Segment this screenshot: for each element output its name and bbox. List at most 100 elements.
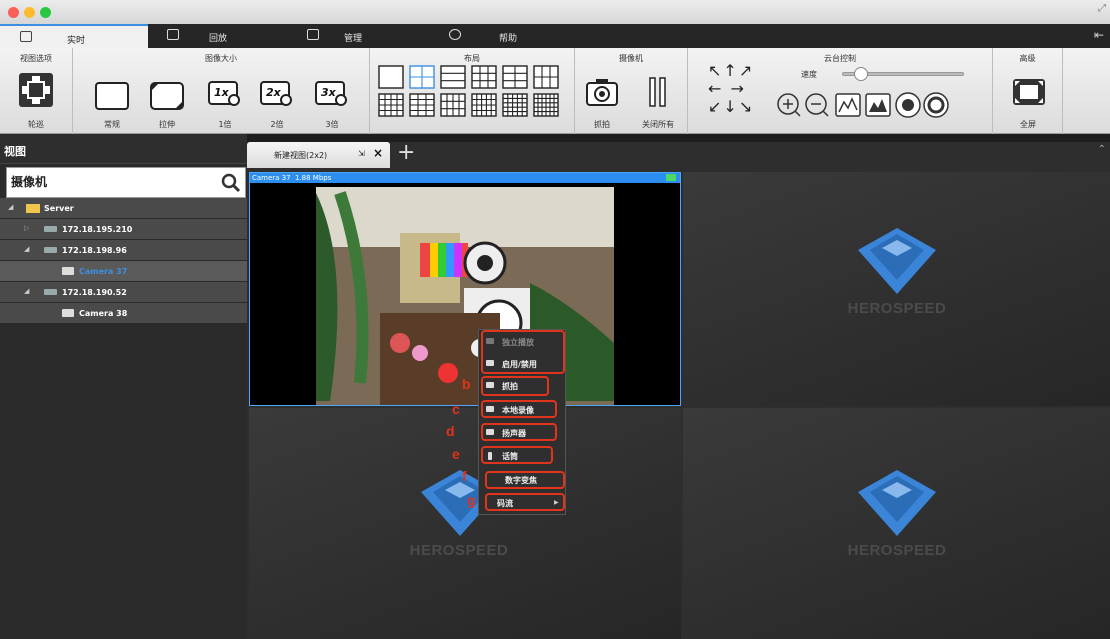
- add-tab-button[interactable]: +: [397, 140, 415, 165]
- herospeed-logo-icon: [858, 470, 936, 536]
- normal-size-icon: [95, 82, 129, 110]
- video-area: 新建视图(2x2) ⇲ × + ⌃ Camera 37 1.88 Mbps HE…: [247, 140, 1110, 639]
- ptz-direction-pad[interactable]: ↖↑↗ ← → ↙↓↘: [708, 62, 768, 116]
- stretch-label: 拉伸: [159, 120, 175, 129]
- chevron-up-icon[interactable]: ⌃: [1098, 144, 1106, 155]
- tab-manage[interactable]: 管理: [290, 24, 430, 48]
- close-window-button[interactable]: [8, 7, 19, 18]
- zoom-2x-button[interactable]: 2x: [260, 81, 294, 109]
- layout-option-button[interactable]: [502, 65, 528, 89]
- zoom-3x-button[interactable]: 3x: [315, 81, 349, 109]
- snapshot-label: 抓拍: [594, 120, 610, 129]
- herospeed-logo-text: HEROSPEED: [847, 542, 947, 559]
- tree-item-label: Server: [44, 204, 74, 213]
- zoom-window-button[interactable]: [40, 7, 51, 18]
- video-cell-empty[interactable]: HEROSPEED: [683, 172, 1110, 406]
- normal-size-button[interactable]: [95, 82, 129, 110]
- video-cell-live[interactable]: Camera 37 1.88 Mbps: [249, 172, 681, 406]
- layout-option-button[interactable]: [502, 93, 528, 117]
- video-cell-header: Camera 37 1.88 Mbps: [250, 173, 680, 183]
- annotation-label: b: [462, 376, 471, 392]
- group-view-options: 视图选项 轮巡: [0, 48, 73, 134]
- play-icon: [167, 29, 179, 40]
- highlight-box: [481, 423, 557, 441]
- fullscreen-arrows-icon[interactable]: ⤢: [1098, 3, 1106, 14]
- zoom-3x-glyph: 3x: [321, 86, 336, 99]
- tree-item-device[interactable]: ◢ 172.18.190.52: [0, 282, 247, 303]
- close-icon[interactable]: ×: [373, 146, 383, 160]
- fullscreen-label: 全屏: [1020, 120, 1036, 129]
- tree-item-device[interactable]: ◢ 172.18.198.96: [0, 240, 247, 261]
- layout-option-button[interactable]: [409, 65, 435, 89]
- layout-option-button[interactable]: [378, 65, 404, 89]
- stretch-button[interactable]: [150, 82, 184, 110]
- layout-option-button[interactable]: [440, 65, 466, 89]
- bitrate: 1.88 Mbps: [295, 174, 332, 182]
- monitor-icon: [20, 31, 32, 42]
- view-tab-label: 新建视图(2x2): [274, 151, 328, 160]
- speed-label: 速度: [801, 70, 817, 79]
- collapse-icon[interactable]: ⇤: [1094, 28, 1104, 42]
- zoom-1x-glyph: 1x: [214, 86, 229, 99]
- tab-manage-label: 管理: [344, 34, 363, 44]
- tab-live-label: 实时: [67, 36, 86, 46]
- layout-option-button[interactable]: [533, 93, 559, 117]
- zoom-1x-button[interactable]: 1x: [208, 81, 242, 109]
- layout-option-button[interactable]: [471, 93, 497, 117]
- layout-option-button[interactable]: [471, 65, 497, 89]
- highlight-box: [481, 376, 549, 396]
- ptz-zoom-buttons: [776, 90, 976, 124]
- expand-arrow-icon: ◢: [24, 245, 30, 253]
- search-box[interactable]: [6, 167, 246, 198]
- group-title: 高级: [1019, 54, 1036, 63]
- tree-item-camera[interactable]: Camera 38: [0, 303, 247, 324]
- tour-label: 轮巡: [28, 120, 44, 129]
- layout-option-button[interactable]: [533, 65, 559, 89]
- close-all-button[interactable]: [647, 76, 669, 108]
- expand-arrow-icon: ◢: [24, 287, 30, 295]
- annotation-label: d: [446, 423, 455, 439]
- layout-option-button[interactable]: [378, 93, 404, 117]
- tab-playback-label: 回放: [209, 34, 228, 44]
- group-title: 布局: [464, 54, 480, 63]
- video-cell-empty[interactable]: HEROSPEED: [249, 408, 681, 639]
- tour-button[interactable]: [18, 72, 54, 108]
- video-cell-empty[interactable]: HEROSPEED: [683, 408, 1110, 639]
- context-menu: 独立播放 启用/禁用 抓拍 本地录像 扬声器 话筒 数字变焦 码流 ▶: [478, 329, 566, 515]
- speed-slider[interactable]: [842, 67, 964, 81]
- tree-item-label: 172.18.190.52: [62, 288, 127, 297]
- pause-icon: [649, 77, 666, 107]
- search-input[interactable]: [11, 174, 211, 188]
- group-layout: 布局: [370, 48, 575, 134]
- camera-small-icon: [62, 267, 74, 275]
- view-tab[interactable]: 新建视图(2x2) ⇲ ×: [247, 142, 390, 168]
- fullscreen-button[interactable]: [1012, 78, 1046, 106]
- search-icon[interactable]: [221, 173, 241, 193]
- tree-item-label: Camera 37: [79, 267, 128, 276]
- group-camera: 摄像机 抓拍 关闭所有: [575, 48, 688, 134]
- fullscreen-icon: [1013, 79, 1045, 105]
- highlight-box: [481, 400, 557, 418]
- group-title: 摄像机: [619, 54, 643, 63]
- ptz-tools-icons: [777, 92, 949, 118]
- snapshot-button[interactable]: [585, 76, 619, 108]
- tab-playback[interactable]: 回放: [150, 24, 290, 48]
- camera-small-icon: [62, 309, 74, 317]
- tree-item-device[interactable]: ▷ 172.18.195.210: [0, 219, 247, 240]
- layout-option-button[interactable]: [440, 93, 466, 117]
- minimize-window-button[interactable]: [24, 7, 35, 18]
- tree-item-camera-selected[interactable]: Camera 37: [0, 261, 247, 282]
- pin-icon[interactable]: ⇲: [358, 149, 365, 158]
- ptz-up-row-icons: ↖↑↗: [708, 61, 755, 80]
- speed-slider-thumb[interactable]: [853, 67, 868, 81]
- tree-item-server[interactable]: ◢ Server: [0, 198, 247, 219]
- device-icon: [44, 226, 57, 232]
- tab-live[interactable]: 实时: [0, 24, 148, 48]
- layout-option-button[interactable]: [409, 93, 435, 117]
- annotation-label: c: [452, 401, 460, 417]
- left-panel: 视图 ◢ Server ▷ 172.18.195.210 ◢ 172.18.19…: [0, 134, 247, 639]
- zoom-2x-label: 2倍: [270, 120, 284, 129]
- magnifier-icon: [280, 94, 292, 106]
- zoom-1x-label: 1倍: [218, 120, 232, 129]
- tab-help[interactable]: 帮助: [430, 24, 570, 48]
